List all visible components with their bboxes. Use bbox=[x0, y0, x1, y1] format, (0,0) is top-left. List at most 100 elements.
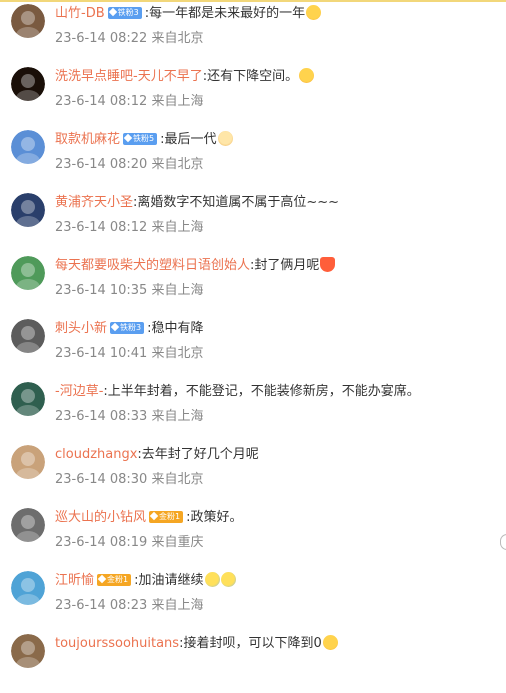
diamond-icon bbox=[108, 7, 117, 17]
crown-emoji-icon bbox=[320, 257, 336, 272]
comment-time: 23-6-14 08:30 bbox=[55, 472, 148, 487]
comment-line: 山竹-DB 铁粉3 :每一年都是未来最好的一年 bbox=[55, 5, 322, 23]
comment-meta: 23-6-14 08:33 来自上海 bbox=[55, 408, 204, 426]
comment-text: :接着封呗，可以下降到0 bbox=[179, 636, 322, 651]
comment-line: 巡大山的小钻风 金粉1:政策好。 bbox=[55, 509, 243, 527]
fan-badge[interactable]: 金粉1 bbox=[149, 511, 184, 523]
username-link[interactable]: 取款机麻花 bbox=[55, 132, 120, 147]
sweat-emoji-icon bbox=[204, 572, 220, 587]
comment-meta: 23-6-14 08:22 来自北京 bbox=[55, 30, 204, 48]
comment-text: :还有下降空间。 bbox=[202, 69, 299, 84]
comment-text: :每一年都是未来最好的一年 bbox=[144, 6, 306, 21]
comment-text: :去年封了好几个月呢 bbox=[137, 447, 259, 462]
username-link[interactable]: 每天都要吸柴犬的塑料日语创始人 bbox=[55, 258, 250, 273]
username-link[interactable]: toujourssoohuitans bbox=[55, 636, 179, 651]
sweat-emoji-icon bbox=[220, 572, 236, 587]
comment-line: 取款机麻花 铁粉5 :最后一代 bbox=[55, 131, 233, 149]
comment-item: 每天都要吸柴犬的塑料日语创始人:封了俩月呢 23-6-14 10:35 来自上海 bbox=[0, 255, 506, 315]
comment-meta: 23-6-14 08:12 来自上海 bbox=[55, 93, 204, 111]
comment-line: toujourssoohuitans:接着封呗，可以下降到0 bbox=[55, 635, 338, 653]
username-link[interactable]: 洗洗早点睡吧-天儿不早了 bbox=[55, 69, 203, 84]
avatar[interactable] bbox=[11, 130, 45, 164]
fan-badge[interactable]: 铁粉5 bbox=[123, 133, 158, 145]
comment-time: 23-6-14 08:23 bbox=[55, 598, 148, 613]
comment-text: :上半年封着，不能登记，不能装修新房，不能办宴席。 bbox=[103, 384, 420, 399]
comment-item: 巡大山的小钻风 金粉1:政策好。 23-6-14 08:19 来自重庆 bbox=[0, 507, 506, 567]
comment-line: 黄浦齐天小圣:离婚数字不知道属不属于高位~~~ bbox=[55, 194, 339, 212]
comment-text: :封了俩月呢 bbox=[250, 258, 320, 273]
username-link[interactable]: 山竹-DB bbox=[55, 6, 105, 21]
comment-item: 刺头小新 铁粉3 :稳中有降 23-6-14 10:41 来自北京 bbox=[0, 318, 506, 378]
comment-item: toujourssoohuitans:接着封呗，可以下降到0 bbox=[0, 633, 506, 693]
comment-line: 每天都要吸柴犬的塑料日语创始人:封了俩月呢 bbox=[55, 257, 336, 275]
fan-badge[interactable]: 铁粉3 bbox=[110, 322, 145, 334]
avatar[interactable] bbox=[11, 256, 45, 290]
comment-location: 来自北京 bbox=[151, 157, 204, 172]
comment-item: 山竹-DB 铁粉3 :每一年都是未来最好的一年 23-6-14 08:22 来自北京 bbox=[0, 3, 506, 63]
avatar[interactable] bbox=[11, 571, 45, 605]
username-link[interactable]: -河边草- bbox=[55, 384, 103, 399]
diamond-icon bbox=[149, 511, 159, 521]
comment-item: -河边草-:上半年封着，不能登记，不能装修新房，不能办宴席。 23-6-14 08… bbox=[0, 381, 506, 441]
comment-location: 来自北京 bbox=[151, 346, 204, 361]
comment-item: 黄浦齐天小圣:离婚数字不知道属不属于高位~~~ 23-6-14 08:12 来自上… bbox=[0, 192, 506, 252]
username-link[interactable]: 巡大山的小钻风 bbox=[55, 510, 146, 525]
comment-line: 刺头小新 铁粉3 :稳中有降 bbox=[55, 320, 204, 338]
comment-meta: 23-6-14 08:19 来自重庆 bbox=[55, 534, 204, 552]
avatar[interactable] bbox=[11, 445, 45, 479]
comment-time: 23-6-14 10:41 bbox=[55, 346, 148, 361]
fan-badge[interactable]: 金粉1 bbox=[97, 574, 132, 586]
comment-meta: 23-6-14 10:35 来自上海 bbox=[55, 282, 204, 300]
comment-item: cloudzhangx:去年封了好几个月呢 23-6-14 08:30 来自北京 bbox=[0, 444, 506, 504]
comment-line: 洗洗早点睡吧-天儿不早了:还有下降空间。 bbox=[55, 68, 315, 86]
comment-meta: 23-6-14 10:41 来自北京 bbox=[55, 345, 204, 363]
comment-location: 来自上海 bbox=[151, 598, 204, 613]
comment-location: 来自北京 bbox=[151, 31, 204, 46]
fan-badge-label: 铁粉3 bbox=[120, 323, 142, 332]
comment-time: 23-6-14 08:22 bbox=[55, 31, 148, 46]
avatar[interactable] bbox=[11, 4, 45, 38]
avatar[interactable] bbox=[11, 67, 45, 101]
comment-location: 来自上海 bbox=[151, 283, 204, 298]
comment-time: 23-6-14 08:19 bbox=[55, 535, 148, 550]
comment-location: 来自北京 bbox=[151, 472, 204, 487]
scroll-handle-icon[interactable] bbox=[500, 534, 506, 550]
avatar[interactable] bbox=[11, 319, 45, 353]
comment-meta: 23-6-14 08:23 来自上海 bbox=[55, 597, 204, 615]
fan-badge-label: 金粉1 bbox=[159, 512, 181, 521]
comment-item: 江昕愉 金粉1 :加油请继续 23-6-14 08:23 来自上海 bbox=[0, 570, 506, 630]
comment-text: :离婚数字不知道属不属于高位~~~ bbox=[133, 195, 340, 210]
username-link[interactable]: 江昕愉 bbox=[55, 573, 94, 588]
comment-meta: 23-6-14 08:30 来自北京 bbox=[55, 471, 204, 489]
diamond-icon bbox=[97, 574, 107, 584]
comment-time: 23-6-14 08:20 bbox=[55, 157, 148, 172]
comment-text: :最后一代 bbox=[160, 132, 217, 147]
username-link[interactable]: 刺头小新 bbox=[55, 321, 107, 336]
comment-location: 来自上海 bbox=[151, 220, 204, 235]
avatar[interactable] bbox=[11, 382, 45, 416]
kiss-emoji-icon bbox=[299, 68, 315, 83]
username-link[interactable]: 黄浦齐天小圣 bbox=[55, 195, 133, 210]
fan-badge-label: 金粉1 bbox=[107, 575, 129, 584]
smile-emoji-icon bbox=[306, 5, 322, 20]
avatar[interactable] bbox=[11, 193, 45, 227]
avatar[interactable] bbox=[11, 508, 45, 542]
avatar[interactable] bbox=[11, 634, 45, 668]
comment-meta: 23-6-14 08:20 来自北京 bbox=[55, 156, 204, 174]
comment-time: 23-6-14 08:12 bbox=[55, 94, 148, 109]
cat-emoji-icon bbox=[217, 131, 233, 146]
fan-badge-label: 铁粉5 bbox=[133, 134, 155, 143]
comment-text: :加油请继续 bbox=[134, 573, 204, 588]
top-divider bbox=[0, 0, 506, 2]
comment-time: 23-6-14 08:12 bbox=[55, 220, 148, 235]
comment-line: 江昕愉 金粉1 :加油请继续 bbox=[55, 572, 236, 590]
comment-item: 洗洗早点睡吧-天儿不早了:还有下降空间。 23-6-14 08:12 来自上海 bbox=[0, 66, 506, 126]
comment-meta: 23-6-14 08:12 来自上海 bbox=[55, 219, 204, 237]
fan-badge-label: 铁粉3 bbox=[117, 8, 139, 17]
comment-line: -河边草-:上半年封着，不能登记，不能装修新房，不能办宴席。 bbox=[55, 383, 420, 401]
username-link[interactable]: cloudzhangx bbox=[55, 447, 137, 462]
comment-text: :稳中有降 bbox=[147, 321, 204, 336]
diamond-icon bbox=[110, 322, 120, 332]
smile-emoji-icon bbox=[322, 635, 338, 650]
fan-badge[interactable]: 铁粉3 bbox=[107, 7, 142, 19]
